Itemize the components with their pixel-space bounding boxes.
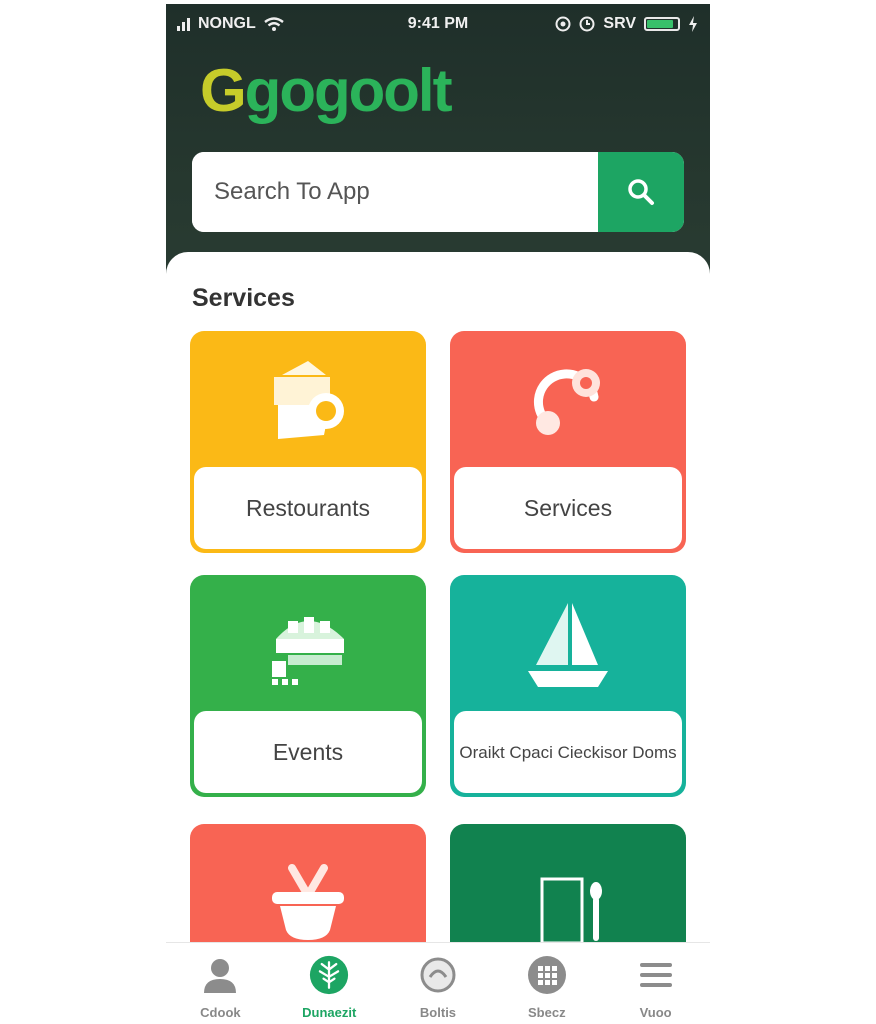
menu-cutlery-icon: [540, 877, 602, 945]
chat-icon: [420, 957, 456, 993]
status-bar: NONGL 9:41 PM SRV: [166, 4, 710, 44]
tab-label: Boltis: [419, 1005, 457, 1020]
sailboat-icon: [528, 603, 608, 687]
tab-icon-wrap: [527, 955, 567, 995]
section-title: Services: [192, 284, 295, 312]
status-right: SRV: [555, 15, 698, 33]
tab-icon-wrap: [636, 955, 676, 995]
search-bar: [192, 152, 684, 232]
search-icon: [628, 179, 654, 205]
service-card-services[interactable]: Services: [450, 331, 686, 553]
service-ring-icon: [533, 369, 600, 435]
search-input[interactable]: [192, 152, 598, 232]
takeout-bag-icon: [274, 361, 344, 439]
battery-icon: [644, 17, 680, 31]
app-logo: Ggogoolt: [200, 56, 453, 125]
tab-label: Vuoo: [639, 1005, 672, 1020]
logo-first-letter: G: [200, 57, 247, 124]
card-icon-area: [190, 331, 426, 471]
card-label: Oraikt Cpaci Cieckisor Doms: [454, 711, 682, 793]
service-card-restaurants[interactable]: Restourants: [190, 331, 426, 553]
tab-menu[interactable]: Vuoo: [601, 943, 710, 1022]
service-card-events[interactable]: Events: [190, 575, 426, 797]
search-button[interactable]: [598, 152, 684, 232]
alarm-icon: [579, 16, 595, 32]
tab-icon-wrap: [200, 955, 240, 995]
service-card-outdoor[interactable]: Oraikt Cpaci Cieckisor Doms: [450, 575, 686, 797]
tab-profile[interactable]: Cdook: [166, 943, 275, 1022]
location-icon: [555, 16, 571, 32]
battery-fill: [647, 20, 673, 28]
menu-icon: [639, 963, 672, 987]
card-icon-area: [450, 575, 686, 715]
card-icon-area: [450, 331, 686, 471]
network-label: SRV: [603, 15, 636, 32]
basket-icon: [272, 864, 344, 940]
tab-chat[interactable]: Boltis: [384, 943, 493, 1022]
events-building-icon: [272, 617, 344, 685]
tab-label: Cdook: [200, 1005, 241, 1020]
card-label: Services: [454, 467, 682, 549]
person-icon: [204, 959, 237, 993]
card-label: Restourants: [194, 467, 422, 549]
logo-rest: gogoolt: [244, 57, 453, 124]
bottom-tab-bar: Cdook Dunaezit Boltis Sbecz Vuoo: [166, 942, 710, 1022]
charging-icon: [689, 16, 697, 32]
tab-label: Dunaezit: [302, 1005, 357, 1020]
tab-icon-wrap: [418, 955, 458, 995]
grid-icon: [527, 956, 566, 994]
card-icon-area: [190, 575, 426, 715]
tab-label: Sbecz: [528, 1005, 566, 1020]
card-label: Events: [194, 711, 422, 793]
tree-icon: [310, 955, 349, 995]
phone-screen: NONGL 9:41 PM SRV Ggogoolt Search To App…: [166, 4, 710, 1022]
tab-grid[interactable]: Sbecz: [492, 943, 601, 1022]
tab-icon-wrap: [309, 955, 349, 995]
tab-explore[interactable]: Dunaezit: [275, 943, 384, 1022]
